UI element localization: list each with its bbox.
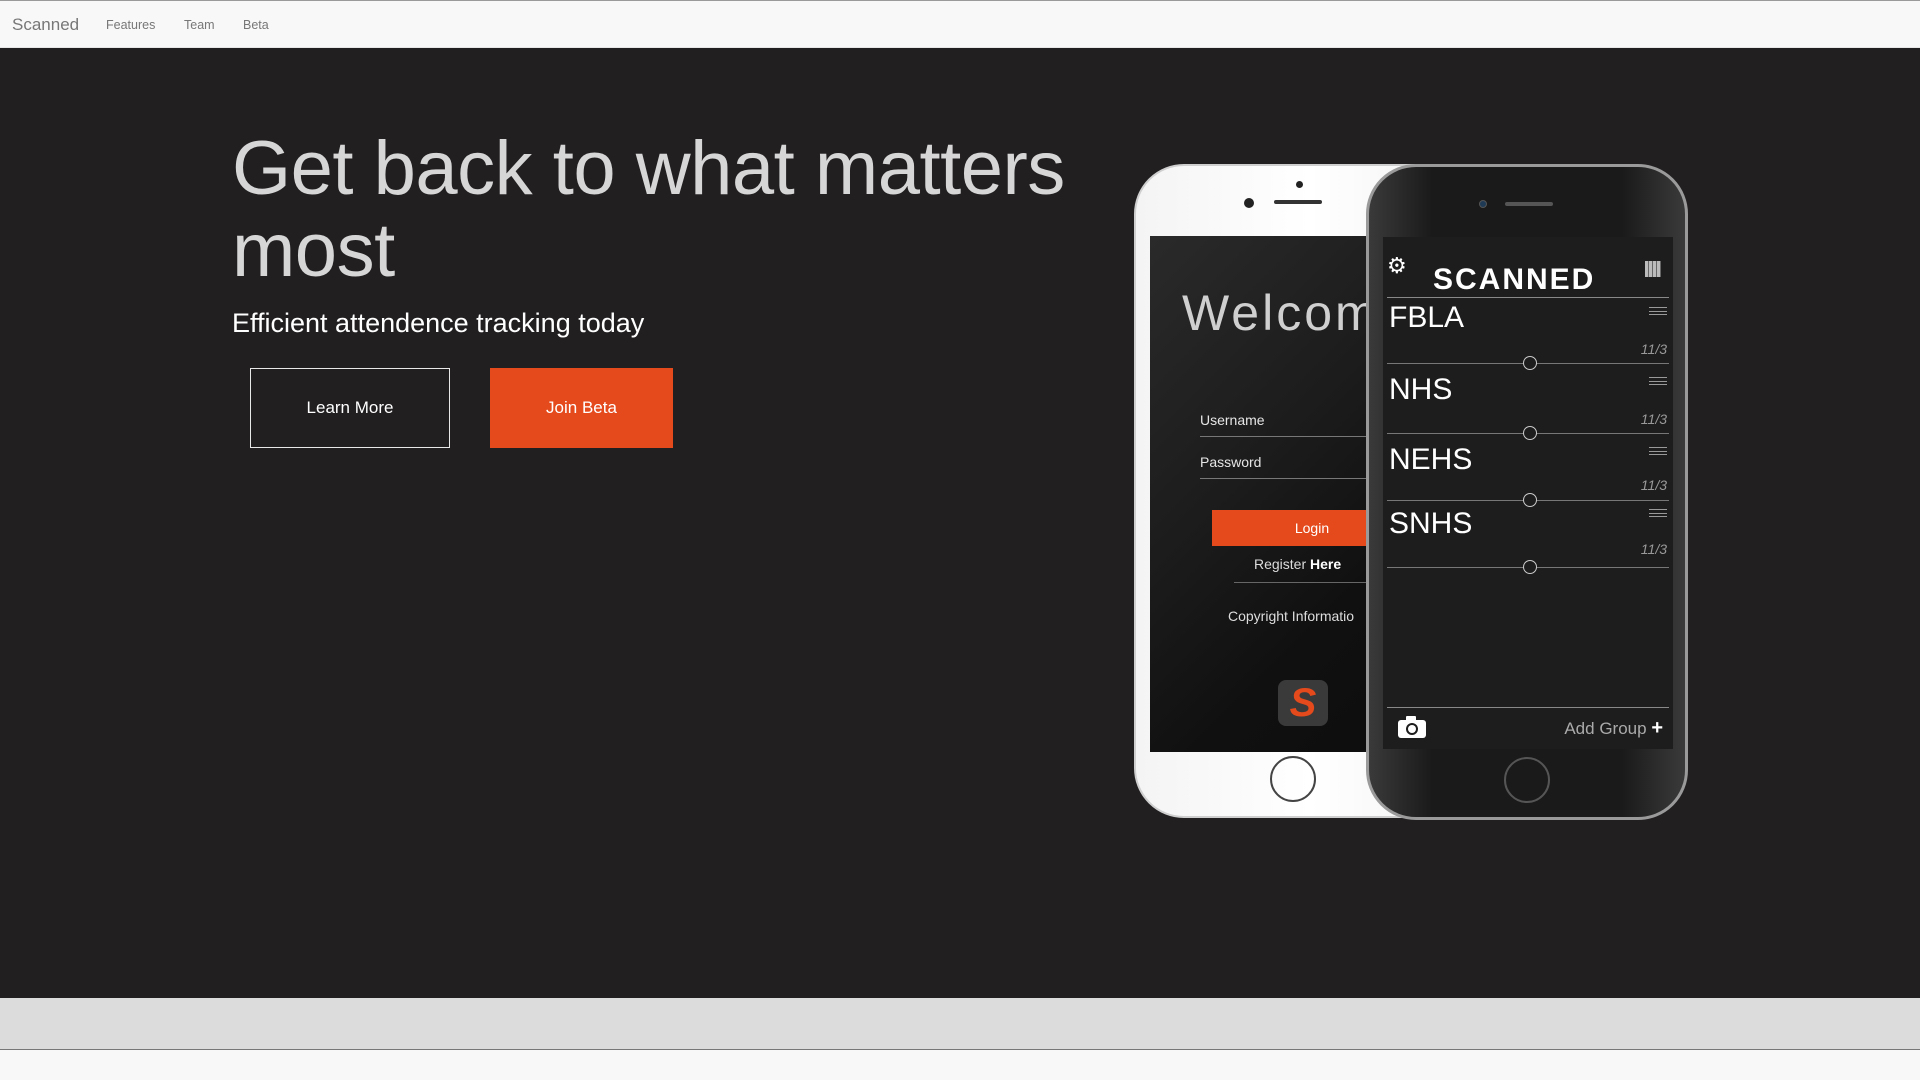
app-phone-mockup: ⚙ SCANNED FBLA 11/3 NHS 11/3 NEHS 11/3 S…	[1366, 164, 1688, 820]
group-slider-knob	[1523, 356, 1537, 370]
hero-headline: Get back to what matters most	[232, 126, 1065, 293]
nav-link-beta[interactable]: Beta	[243, 18, 269, 32]
register-prefix: Register	[1254, 556, 1311, 572]
phone-speaker	[1274, 200, 1322, 204]
group-date: 11/3	[1640, 411, 1667, 427]
groups-screen: ⚙ SCANNED FBLA 11/3 NHS 11/3 NEHS 11/3 S…	[1383, 237, 1673, 749]
learn-more-button[interactable]: Learn More	[250, 368, 450, 448]
drag-handle-icon	[1649, 307, 1667, 315]
home-button-icon	[1504, 757, 1550, 803]
group-name: FBLA	[1389, 301, 1465, 334]
footer-band	[0, 998, 1920, 1050]
scanned-logo-icon: S	[1278, 680, 1328, 726]
hero-section: Get back to what matters most Efficient …	[0, 48, 1920, 998]
group-date: 11/3	[1640, 341, 1667, 357]
group-slider-knob	[1523, 493, 1537, 507]
drag-handle-icon	[1649, 447, 1667, 455]
hero-subheading: Efficient attendence tracking today	[232, 308, 645, 338]
home-button-icon	[1270, 756, 1316, 802]
password-label: Password	[1200, 454, 1262, 470]
group-name: NEHS	[1389, 443, 1473, 476]
phone-camera-icon	[1479, 200, 1487, 208]
phone-sensor-dot	[1296, 181, 1303, 188]
bottom-divider	[1387, 707, 1669, 708]
group-slider-knob	[1523, 560, 1537, 574]
register-link: Here	[1310, 556, 1342, 572]
phone-camera-icon	[1244, 198, 1254, 208]
phone-speaker	[1505, 202, 1553, 206]
join-beta-button[interactable]: Join Beta	[490, 368, 673, 448]
title-divider	[1387, 297, 1669, 298]
app-title: SCANNED	[1433, 263, 1596, 296]
drag-handle-icon	[1649, 509, 1667, 517]
register-text: Register Here	[1254, 556, 1341, 572]
username-label: Username	[1200, 412, 1265, 428]
top-navbar: Scanned Features Team Beta	[0, 0, 1920, 48]
add-group-label: Add Group	[1564, 719, 1647, 738]
plus-icon: +	[1651, 717, 1663, 739]
calendar-icon	[1645, 261, 1661, 277]
gear-icon: ⚙	[1387, 253, 1407, 278]
drag-handle-icon	[1649, 377, 1667, 385]
group-date: 11/3	[1640, 477, 1667, 493]
group-name: NHS	[1389, 373, 1453, 406]
group-slider-knob	[1523, 426, 1537, 440]
nav-link-team[interactable]: Team	[184, 18, 215, 32]
copyright-text: Copyright Informatio	[1228, 608, 1355, 624]
nav-link-features[interactable]: Features	[106, 18, 155, 32]
brand-link[interactable]: Scanned	[12, 15, 79, 35]
group-name: SNHS	[1389, 507, 1473, 540]
group-date: 11/3	[1640, 541, 1667, 557]
welcome-text: Welcom	[1182, 285, 1380, 341]
phones-mockup: Welcom Username Password Login Register …	[1112, 162, 1692, 822]
camera-icon	[1398, 716, 1426, 738]
add-group-button-mock: Add Group +	[1564, 717, 1663, 740]
